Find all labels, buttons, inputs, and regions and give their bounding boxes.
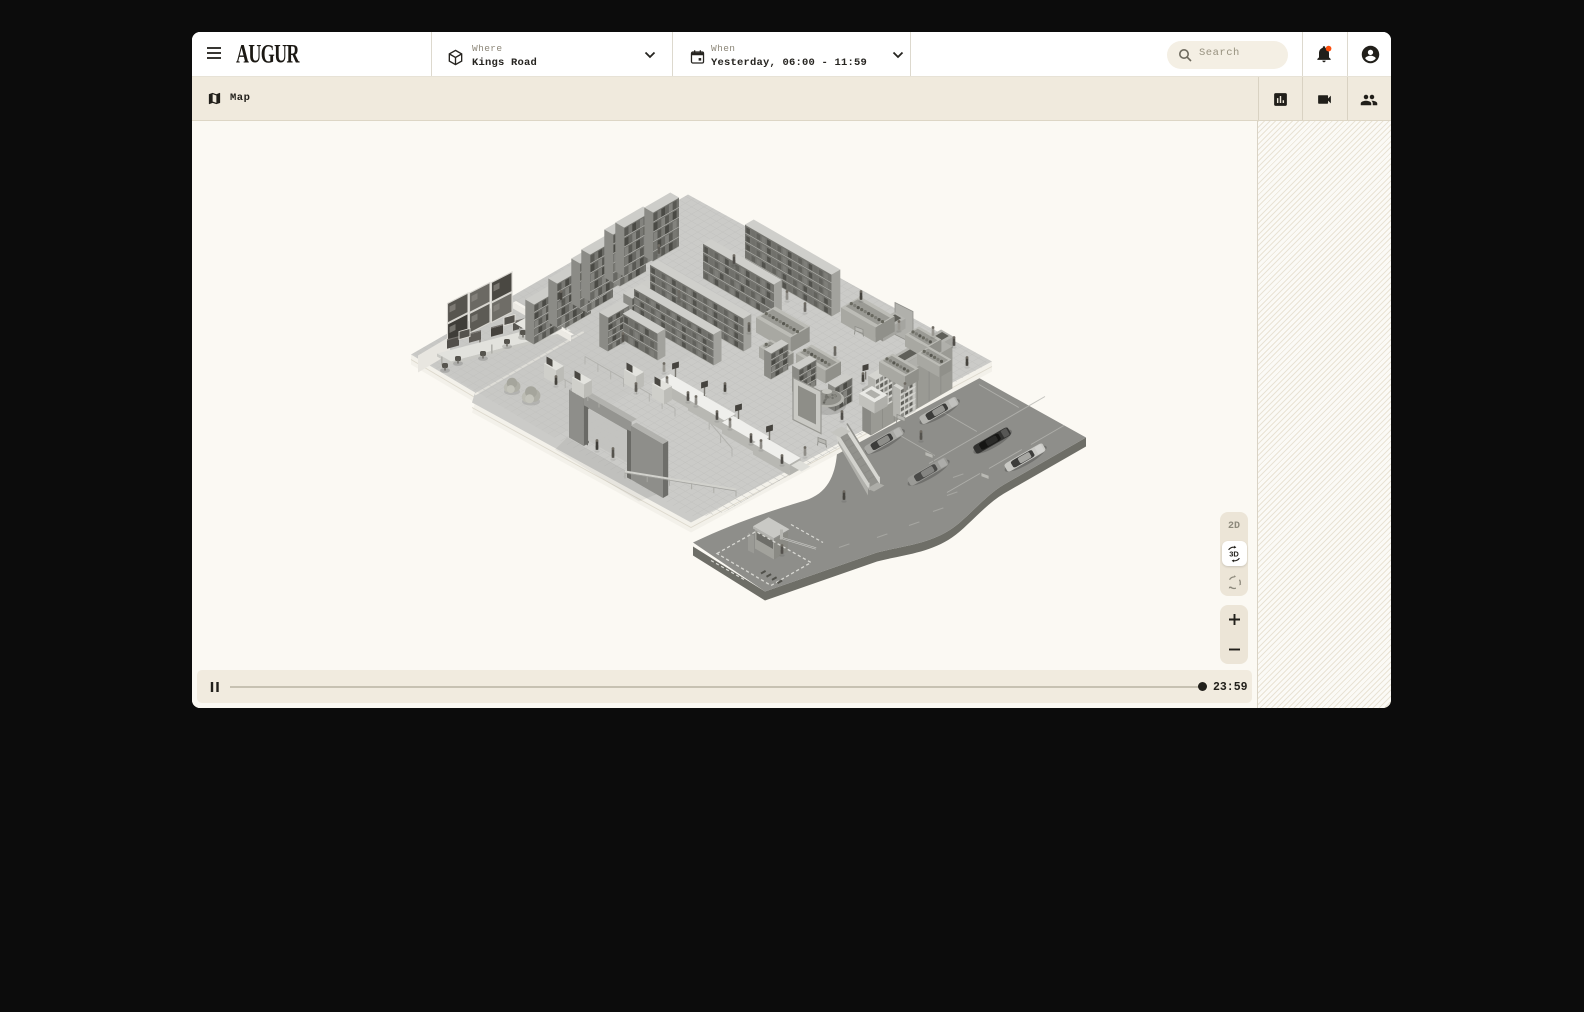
svg-text:3D: 3D [1229, 549, 1239, 558]
